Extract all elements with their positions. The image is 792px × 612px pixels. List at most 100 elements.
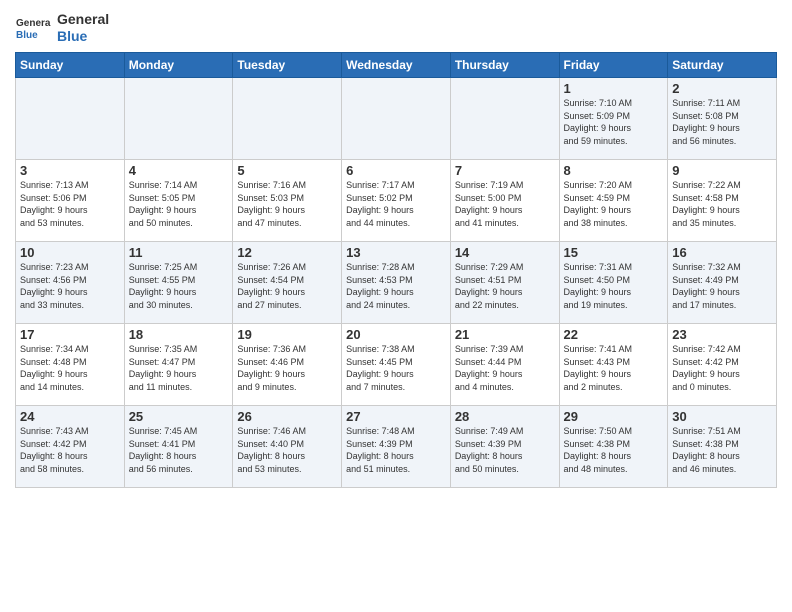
day-info: Sunrise: 7:20 AM Sunset: 4:59 PM Dayligh…	[564, 179, 664, 229]
calendar-cell: 1Sunrise: 7:10 AM Sunset: 5:09 PM Daylig…	[559, 78, 668, 160]
day-info: Sunrise: 7:31 AM Sunset: 4:50 PM Dayligh…	[564, 261, 664, 311]
calendar-cell: 24Sunrise: 7:43 AM Sunset: 4:42 PM Dayli…	[16, 406, 125, 488]
day-number: 4	[129, 163, 229, 178]
day-info: Sunrise: 7:25 AM Sunset: 4:55 PM Dayligh…	[129, 261, 229, 311]
day-number: 26	[237, 409, 337, 424]
calendar-cell	[124, 78, 233, 160]
day-info: Sunrise: 7:48 AM Sunset: 4:39 PM Dayligh…	[346, 425, 446, 475]
day-number: 14	[455, 245, 555, 260]
day-info: Sunrise: 7:41 AM Sunset: 4:43 PM Dayligh…	[564, 343, 664, 393]
calendar-week-row: 3Sunrise: 7:13 AM Sunset: 5:06 PM Daylig…	[16, 160, 777, 242]
weekday-header: Friday	[559, 53, 668, 78]
day-number: 16	[672, 245, 772, 260]
day-number: 20	[346, 327, 446, 342]
day-info: Sunrise: 7:11 AM Sunset: 5:08 PM Dayligh…	[672, 97, 772, 147]
calendar-week-row: 17Sunrise: 7:34 AM Sunset: 4:48 PM Dayli…	[16, 324, 777, 406]
calendar-cell: 8Sunrise: 7:20 AM Sunset: 4:59 PM Daylig…	[559, 160, 668, 242]
calendar-cell: 4Sunrise: 7:14 AM Sunset: 5:05 PM Daylig…	[124, 160, 233, 242]
day-number: 23	[672, 327, 772, 342]
calendar-cell: 2Sunrise: 7:11 AM Sunset: 5:08 PM Daylig…	[668, 78, 777, 160]
logo-text-blue: Blue	[57, 28, 109, 45]
day-number: 29	[564, 409, 664, 424]
calendar-cell: 25Sunrise: 7:45 AM Sunset: 4:41 PM Dayli…	[124, 406, 233, 488]
day-info: Sunrise: 7:38 AM Sunset: 4:45 PM Dayligh…	[346, 343, 446, 393]
weekday-header: Thursday	[450, 53, 559, 78]
day-info: Sunrise: 7:35 AM Sunset: 4:47 PM Dayligh…	[129, 343, 229, 393]
header: General Blue General Blue	[15, 10, 777, 46]
calendar-cell: 15Sunrise: 7:31 AM Sunset: 4:50 PM Dayli…	[559, 242, 668, 324]
calendar-cell: 20Sunrise: 7:38 AM Sunset: 4:45 PM Dayli…	[342, 324, 451, 406]
day-info: Sunrise: 7:42 AM Sunset: 4:42 PM Dayligh…	[672, 343, 772, 393]
logo: General Blue General Blue	[15, 10, 109, 46]
day-number: 11	[129, 245, 229, 260]
day-number: 6	[346, 163, 446, 178]
day-info: Sunrise: 7:46 AM Sunset: 4:40 PM Dayligh…	[237, 425, 337, 475]
day-number: 27	[346, 409, 446, 424]
day-info: Sunrise: 7:49 AM Sunset: 4:39 PM Dayligh…	[455, 425, 555, 475]
svg-text:Blue: Blue	[16, 30, 38, 41]
day-info: Sunrise: 7:17 AM Sunset: 5:02 PM Dayligh…	[346, 179, 446, 229]
calendar-cell: 28Sunrise: 7:49 AM Sunset: 4:39 PM Dayli…	[450, 406, 559, 488]
calendar-cell: 16Sunrise: 7:32 AM Sunset: 4:49 PM Dayli…	[668, 242, 777, 324]
calendar-cell: 12Sunrise: 7:26 AM Sunset: 4:54 PM Dayli…	[233, 242, 342, 324]
weekday-header-row: SundayMondayTuesdayWednesdayThursdayFrid…	[16, 53, 777, 78]
calendar-cell: 23Sunrise: 7:42 AM Sunset: 4:42 PM Dayli…	[668, 324, 777, 406]
day-info: Sunrise: 7:22 AM Sunset: 4:58 PM Dayligh…	[672, 179, 772, 229]
day-number: 25	[129, 409, 229, 424]
calendar-cell	[16, 78, 125, 160]
calendar-cell	[450, 78, 559, 160]
day-number: 15	[564, 245, 664, 260]
calendar-table: SundayMondayTuesdayWednesdayThursdayFrid…	[15, 52, 777, 488]
calendar-cell: 13Sunrise: 7:28 AM Sunset: 4:53 PM Dayli…	[342, 242, 451, 324]
day-number: 30	[672, 409, 772, 424]
logo-svg: General Blue	[15, 10, 51, 46]
calendar-cell: 7Sunrise: 7:19 AM Sunset: 5:00 PM Daylig…	[450, 160, 559, 242]
day-number: 12	[237, 245, 337, 260]
calendar-cell: 3Sunrise: 7:13 AM Sunset: 5:06 PM Daylig…	[16, 160, 125, 242]
logo-text-general: General	[57, 11, 109, 28]
calendar-cell: 5Sunrise: 7:16 AM Sunset: 5:03 PM Daylig…	[233, 160, 342, 242]
day-number: 13	[346, 245, 446, 260]
calendar-cell: 19Sunrise: 7:36 AM Sunset: 4:46 PM Dayli…	[233, 324, 342, 406]
day-info: Sunrise: 7:16 AM Sunset: 5:03 PM Dayligh…	[237, 179, 337, 229]
calendar-cell: 11Sunrise: 7:25 AM Sunset: 4:55 PM Dayli…	[124, 242, 233, 324]
calendar-cell: 22Sunrise: 7:41 AM Sunset: 4:43 PM Dayli…	[559, 324, 668, 406]
calendar-cell: 29Sunrise: 7:50 AM Sunset: 4:38 PM Dayli…	[559, 406, 668, 488]
day-info: Sunrise: 7:43 AM Sunset: 4:42 PM Dayligh…	[20, 425, 120, 475]
calendar-cell	[342, 78, 451, 160]
calendar-cell: 9Sunrise: 7:22 AM Sunset: 4:58 PM Daylig…	[668, 160, 777, 242]
day-number: 28	[455, 409, 555, 424]
day-info: Sunrise: 7:32 AM Sunset: 4:49 PM Dayligh…	[672, 261, 772, 311]
calendar-cell: 26Sunrise: 7:46 AM Sunset: 4:40 PM Dayli…	[233, 406, 342, 488]
day-number: 18	[129, 327, 229, 342]
day-info: Sunrise: 7:39 AM Sunset: 4:44 PM Dayligh…	[455, 343, 555, 393]
day-number: 21	[455, 327, 555, 342]
calendar-cell: 10Sunrise: 7:23 AM Sunset: 4:56 PM Dayli…	[16, 242, 125, 324]
weekday-header: Saturday	[668, 53, 777, 78]
day-number: 9	[672, 163, 772, 178]
day-number: 19	[237, 327, 337, 342]
calendar-week-row: 10Sunrise: 7:23 AM Sunset: 4:56 PM Dayli…	[16, 242, 777, 324]
calendar-cell	[233, 78, 342, 160]
day-number: 5	[237, 163, 337, 178]
calendar-cell: 17Sunrise: 7:34 AM Sunset: 4:48 PM Dayli…	[16, 324, 125, 406]
calendar-cell: 18Sunrise: 7:35 AM Sunset: 4:47 PM Dayli…	[124, 324, 233, 406]
weekday-header: Wednesday	[342, 53, 451, 78]
calendar-week-row: 1Sunrise: 7:10 AM Sunset: 5:09 PM Daylig…	[16, 78, 777, 160]
day-number: 22	[564, 327, 664, 342]
day-info: Sunrise: 7:26 AM Sunset: 4:54 PM Dayligh…	[237, 261, 337, 311]
day-number: 3	[20, 163, 120, 178]
day-info: Sunrise: 7:34 AM Sunset: 4:48 PM Dayligh…	[20, 343, 120, 393]
svg-text:General: General	[16, 18, 51, 29]
day-info: Sunrise: 7:10 AM Sunset: 5:09 PM Dayligh…	[564, 97, 664, 147]
day-info: Sunrise: 7:28 AM Sunset: 4:53 PM Dayligh…	[346, 261, 446, 311]
day-info: Sunrise: 7:14 AM Sunset: 5:05 PM Dayligh…	[129, 179, 229, 229]
page-container: General Blue General Blue SundayMondayTu…	[0, 0, 792, 493]
day-info: Sunrise: 7:51 AM Sunset: 4:38 PM Dayligh…	[672, 425, 772, 475]
calendar-cell: 6Sunrise: 7:17 AM Sunset: 5:02 PM Daylig…	[342, 160, 451, 242]
weekday-header: Monday	[124, 53, 233, 78]
day-info: Sunrise: 7:50 AM Sunset: 4:38 PM Dayligh…	[564, 425, 664, 475]
calendar-week-row: 24Sunrise: 7:43 AM Sunset: 4:42 PM Dayli…	[16, 406, 777, 488]
day-number: 2	[672, 81, 772, 96]
day-info: Sunrise: 7:19 AM Sunset: 5:00 PM Dayligh…	[455, 179, 555, 229]
